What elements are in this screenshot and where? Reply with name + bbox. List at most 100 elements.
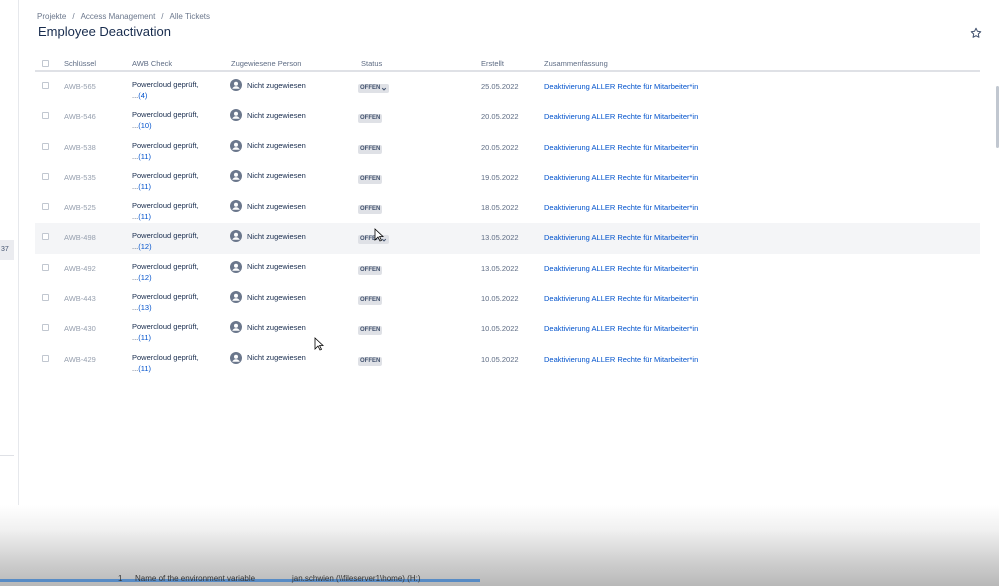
row-checkbox[interactable] (42, 324, 49, 332)
assignee-name: Nicht zugewiesen (247, 141, 306, 151)
created-date: 10.05.2022 (481, 324, 519, 334)
issue-key[interactable]: AWB-430 (64, 324, 96, 333)
taskbar-item[interactable]: Name of the environment variable (135, 574, 255, 583)
row-checkbox[interactable] (42, 263, 49, 271)
table-row[interactable]: AWB-498 Powercloud geprüft, ...(12) Nich… (35, 223, 980, 254)
awb-more-count[interactable]: (11) (138, 333, 151, 342)
taskbar-item[interactable]: jan.schwien (\\fileserver1\home) (H:) (292, 574, 420, 583)
awb-more-count[interactable]: (11) (138, 212, 151, 221)
taskbar-index: 1 (118, 574, 123, 583)
awb-more-count[interactable]: (13) (138, 303, 151, 312)
breadcrumb-project[interactable]: Access Management (81, 12, 156, 21)
status-cell: OFFEN (358, 173, 383, 184)
awb-check-cell: Powercloud geprüft, ...(12) (132, 230, 199, 252)
summary-link[interactable]: Deaktivierung ALLER Rechte für Mitarbeit… (544, 294, 698, 303)
table-row[interactable]: AWB-535 Powercloud geprüft, ...(11) Nich… (35, 163, 980, 193)
table-row[interactable]: AWB-565 Powercloud geprüft, ...(4) Nicht… (35, 72, 980, 102)
status-lozenge[interactable]: OFFEN (358, 265, 383, 275)
column-header-key[interactable]: Schlüssel (64, 59, 96, 68)
assignee-cell[interactable]: Nicht zugewiesen (230, 200, 306, 213)
summary-link[interactable]: Deaktivierung ALLER Rechte für Mitarbeit… (544, 82, 698, 91)
issue-key[interactable]: AWB-538 (64, 143, 96, 152)
column-header-created[interactable]: Erstellt (481, 59, 504, 68)
status-lozenge[interactable]: OFFEN (358, 205, 383, 215)
status-lozenge[interactable]: OFFEN (358, 296, 383, 306)
assignee-cell[interactable]: Nicht zugewiesen (230, 230, 306, 243)
awb-more-count[interactable]: (12) (138, 242, 151, 251)
assignee-cell[interactable]: Nicht zugewiesen (230, 260, 306, 273)
assignee-name: Nicht zugewiesen (247, 171, 306, 181)
awb-more-count[interactable]: (11) (138, 152, 151, 161)
issue-key[interactable]: AWB-498 (64, 233, 96, 242)
row-checkbox[interactable] (42, 142, 49, 150)
default-avatar-icon (230, 200, 242, 213)
row-checkbox[interactable] (42, 294, 49, 302)
breadcrumb-projects[interactable]: Projekte (37, 12, 66, 21)
assignee-name: Nicht zugewiesen (247, 231, 306, 241)
status-label: OFFEN (360, 85, 381, 91)
created-date: 10.05.2022 (481, 354, 519, 364)
default-avatar-icon (230, 139, 242, 152)
status-label: OFFEN (360, 175, 381, 182)
assignee-cell[interactable]: Nicht zugewiesen (230, 109, 306, 122)
awb-more-count[interactable]: (11) (138, 182, 151, 191)
table-row[interactable]: AWB-546 Powercloud geprüft, ...(10) Nich… (35, 102, 980, 132)
awb-more-count[interactable]: (11) (138, 364, 151, 373)
row-checkbox[interactable] (42, 172, 49, 180)
status-lozenge[interactable]: OFFEN (358, 174, 383, 184)
awb-check-cell: Powercloud geprüft, ...(11) (132, 140, 199, 162)
summary-link[interactable]: Deaktivierung ALLER Rechte für Mitarbeit… (544, 143, 698, 152)
breadcrumb-separator: / (72, 12, 75, 21)
table-row[interactable]: AWB-525 Powercloud geprüft, ...(11) Nich… (35, 193, 980, 223)
issue-key[interactable]: AWB-443 (64, 294, 96, 303)
assignee-cell[interactable]: Nicht zugewiesen (230, 79, 306, 91)
status-lozenge[interactable]: OFFEN (358, 356, 383, 366)
status-lozenge[interactable]: OFFEN (358, 84, 390, 93)
column-header-summary[interactable]: Zusammenfassung (544, 59, 608, 68)
awb-more-count[interactable]: (4) (138, 91, 147, 100)
status-cell: OFFEN (358, 355, 383, 366)
awb-more-count[interactable]: (10) (138, 121, 151, 130)
select-all-checkbox[interactable] (42, 60, 49, 67)
summary-link[interactable]: Deaktivierung ALLER Rechte für Mitarbeit… (544, 233, 698, 242)
assignee-cell[interactable]: Nicht zugewiesen (230, 291, 306, 304)
assignee-name: Nicht zugewiesen (247, 322, 306, 332)
awb-more-count[interactable]: (12) (138, 273, 151, 282)
summary-link[interactable]: Deaktivierung ALLER Rechte für Mitarbeit… (544, 112, 698, 121)
status-lozenge[interactable]: OFFEN (358, 114, 383, 124)
breadcrumb-queue[interactable]: Alle Tickets (170, 12, 210, 21)
issue-key[interactable]: AWB-535 (64, 173, 96, 182)
table-row[interactable]: AWB-538 Powercloud geprüft, ...(11) Nich… (35, 133, 980, 163)
sidebar-counter[interactable]: 37 (0, 240, 14, 260)
status-lozenge[interactable]: OFFEN (358, 326, 383, 336)
table-row[interactable]: AWB-492 Powercloud geprüft, ...(12) Nich… (35, 254, 980, 284)
issue-key[interactable]: AWB-525 (64, 203, 96, 212)
table-row[interactable]: AWB-443 Powercloud geprüft, ...(13) Nich… (35, 284, 980, 314)
column-header-status[interactable]: Status (361, 59, 382, 68)
row-checkbox[interactable] (42, 203, 49, 211)
summary-link[interactable]: Deaktivierung ALLER Rechte für Mitarbeit… (544, 173, 698, 182)
row-checkbox[interactable] (42, 112, 49, 120)
issue-key[interactable]: AWB-546 (64, 112, 96, 121)
created-date: 20.05.2022 (481, 142, 519, 152)
issue-key[interactable]: AWB-429 (64, 355, 96, 364)
issue-key[interactable]: AWB-565 (64, 82, 96, 91)
column-header-awb[interactable]: AWB Check (132, 59, 172, 68)
row-checkbox[interactable] (42, 82, 49, 89)
column-header-assignee[interactable]: Zugewiesene Person (231, 59, 301, 68)
assignee-cell[interactable]: Nicht zugewiesen (230, 351, 306, 364)
summary-link[interactable]: Deaktivierung ALLER Rechte für Mitarbeit… (544, 203, 698, 212)
row-checkbox[interactable] (42, 233, 49, 241)
star-icon[interactable] (970, 26, 982, 38)
summary-link[interactable]: Deaktivierung ALLER Rechte für Mitarbeit… (544, 324, 698, 333)
issue-key[interactable]: AWB-492 (64, 264, 96, 273)
assignee-cell[interactable]: Nicht zugewiesen (230, 169, 306, 182)
row-checkbox[interactable] (42, 354, 49, 362)
assignee-cell[interactable]: Nicht zugewiesen (230, 139, 306, 152)
summary-link[interactable]: Deaktivierung ALLER Rechte für Mitarbeit… (544, 355, 698, 364)
table-row[interactable]: AWB-430 Powercloud geprüft, ...(11) Nich… (35, 314, 980, 344)
assignee-cell[interactable]: Nicht zugewiesen (230, 321, 306, 334)
summary-link[interactable]: Deaktivierung ALLER Rechte für Mitarbeit… (544, 264, 698, 273)
status-lozenge[interactable]: OFFEN (358, 144, 383, 154)
table-row[interactable]: AWB-429 Powercloud geprüft, ...(11) Nich… (35, 345, 980, 375)
